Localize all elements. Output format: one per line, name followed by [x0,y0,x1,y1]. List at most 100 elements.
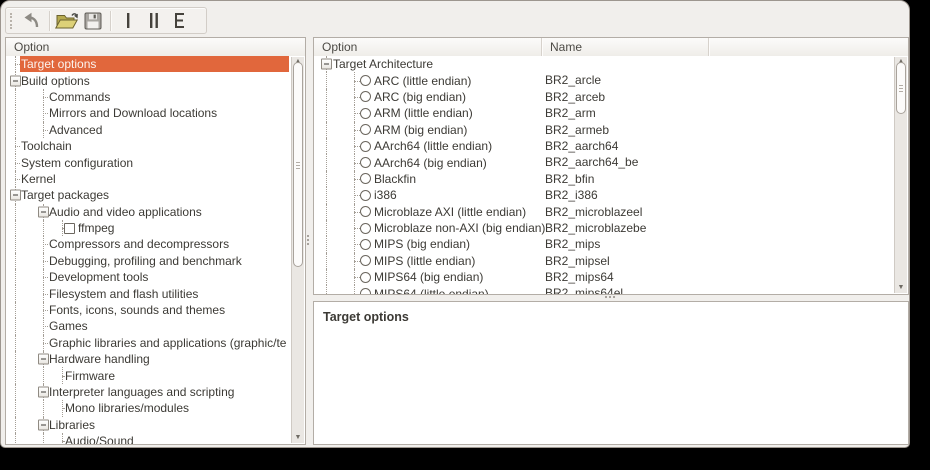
tree-item[interactable]: Fonts, icons, sounds and themes [48,302,289,318]
single-view-button[interactable] [115,9,141,33]
menu-tree-row[interactable]: Debugging, profiling and benchmark [6,253,305,269]
radio-icon[interactable] [360,288,371,294]
name-column-header[interactable]: Name [542,38,709,56]
tree-item[interactable]: Mono libraries/modules [64,400,289,416]
scroll-down-icon[interactable]: ▼ [292,433,304,443]
tree-item[interactable]: Development tools [48,269,289,285]
save-button[interactable] [80,9,106,33]
radio-icon[interactable] [360,108,371,119]
menu-tree-row[interactable]: Libraries [6,417,305,433]
back-button[interactable] [19,9,45,33]
tree-item[interactable]: Kernel [20,171,289,187]
tree-item[interactable]: Audio and video applications [48,204,289,220]
radio-icon[interactable] [360,124,371,135]
tree-item[interactable]: MIPS64 (big endian) [360,269,892,285]
menu-tree-row[interactable]: Games [6,318,305,334]
arch-tree-row[interactable]: ARM (little endian)BR2_arm [314,105,908,121]
tree-item[interactable]: Firmware [64,367,289,383]
arch-tree-row[interactable]: ARM (big endian)BR2_armeb [314,122,908,138]
scroll-down-icon[interactable]: ▼ [895,283,907,293]
option-column-header[interactable]: Option [6,38,305,56]
menu-tree-row[interactable]: ffmpeg [6,220,305,236]
tree-item[interactable]: Target options [20,56,289,72]
menu-tree-row[interactable]: Commands [6,89,305,105]
menu-tree-row[interactable]: Compressors and decompressors [6,236,305,252]
scrollbar-thumb[interactable] [896,62,906,114]
arch-tree-row[interactable]: MIPS64 (little endian)BR2_mips64el [314,285,908,294]
arch-tree-row[interactable]: MIPS64 (big endian)BR2_mips64 [314,269,908,285]
tree-item[interactable]: Filesystem and flash utilities [48,285,289,301]
full-view-button[interactable] [167,9,193,33]
radio-icon[interactable] [360,141,371,152]
tree-item[interactable]: AArch64 (little endian) [360,138,892,154]
tree-item[interactable]: ffmpeg [64,220,289,236]
left-vertical-scrollbar[interactable]: ▲ ▼ [291,57,304,443]
tree-item[interactable]: Target packages [20,187,289,203]
arch-tree-row[interactable]: BlackfinBR2_bfin [314,171,908,187]
radio-icon[interactable] [360,239,371,250]
tree-item[interactable]: Interpreter languages and scripting [48,384,289,400]
arch-tree-row[interactable]: ARC (little endian)BR2_arcle [314,72,908,88]
tree-item[interactable]: Compressors and decompressors [48,236,289,252]
tree-item[interactable]: MIPS (little endian) [360,253,892,269]
radio-icon[interactable] [360,223,371,234]
toolbar-grip[interactable] [10,13,15,29]
tree-item[interactable]: ARC (big endian) [360,89,892,105]
tree-item[interactable]: Graphic libraries and applications (grap… [48,335,289,351]
tree-item[interactable]: Games [48,318,289,334]
tree-item[interactable]: Audio/Sound [64,433,289,444]
arch-tree-row[interactable]: MIPS (big endian)BR2_mips [314,236,908,252]
tree-item[interactable]: MIPS64 (little endian) [360,285,892,294]
arch-tree-row[interactable]: AArch64 (little endian)BR2_aarch64 [314,138,908,154]
arch-tree-row[interactable]: ARC (big endian)BR2_arceb [314,89,908,105]
tree-item[interactable]: Toolchain [20,138,289,154]
collapse-expander-icon[interactable] [321,59,332,70]
tree-item[interactable]: i386 [360,187,892,203]
menu-tree-row[interactable]: Toolchain [6,138,305,154]
menu-tree-row[interactable]: Target packages [6,187,305,203]
radio-icon[interactable] [360,190,371,201]
menu-tree-row[interactable]: Build options [6,72,305,88]
radio-icon[interactable] [360,206,371,217]
tree-item[interactable]: Hardware handling [48,351,289,367]
menu-tree-row[interactable]: Mono libraries/modules [6,400,305,416]
horizontal-splitter-handle[interactable] [605,296,615,298]
radio-icon[interactable] [360,272,371,283]
tree-item[interactable]: Advanced [48,122,289,138]
arch-tree-row[interactable]: i386BR2_i386 [314,187,908,203]
arch-tree-row[interactable]: Target Architecture [314,56,908,72]
arch-tree-row[interactable]: Microblaze AXI (little endian)BR2_microb… [314,204,908,220]
arch-tree-row[interactable]: Microblaze non-AXI (big endian)BR2_micro… [314,220,908,236]
tree-item[interactable]: Commands [48,89,289,105]
right-vertical-scrollbar[interactable]: ▲ ▼ [894,57,907,293]
menu-tree-row[interactable]: Audio and video applications [6,204,305,220]
menu-tree-row[interactable]: System configuration [6,154,305,170]
menu-tree-row[interactable]: Mirrors and Download locations [6,105,305,121]
tree-item[interactable]: MIPS (big endian) [360,236,892,252]
menu-tree-row[interactable]: Fonts, icons, sounds and themes [6,302,305,318]
tree-item[interactable]: Mirrors and Download locations [48,105,289,121]
tree-item[interactable]: Target Architecture [332,56,892,72]
radio-icon[interactable] [360,75,371,86]
menu-tree-row[interactable]: Hardware handling [6,351,305,367]
arch-tree-row[interactable]: MIPS (little endian)BR2_mipsel [314,253,908,269]
checkbox-icon[interactable] [64,223,75,234]
menu-tree-row[interactable]: Development tools [6,269,305,285]
tree-item[interactable]: ARM (big endian) [360,122,892,138]
scrollbar-thumb[interactable] [293,62,303,267]
tree-item[interactable]: Blackfin [360,171,892,187]
menu-tree-row[interactable]: Audio/Sound [6,433,305,444]
option-column-header[interactable]: Option [314,38,542,56]
vertical-splitter-handle[interactable] [307,235,309,245]
menu-tree-row[interactable]: Target options [6,56,305,72]
load-button[interactable] [54,9,80,33]
menu-tree-row[interactable]: Advanced [6,122,305,138]
tree-item[interactable]: ARC (little endian) [360,72,892,88]
arch-tree-row[interactable]: AArch64 (big endian)BR2_aarch64_be [314,154,908,170]
tree-item[interactable]: ARM (little endian) [360,105,892,121]
menu-tree-row[interactable]: Kernel [6,171,305,187]
menu-tree-row[interactable]: Graphic libraries and applications (grap… [6,335,305,351]
radio-icon[interactable] [360,173,371,184]
tree-item[interactable]: System configuration [20,154,289,170]
tree-item[interactable]: Libraries [48,417,289,433]
